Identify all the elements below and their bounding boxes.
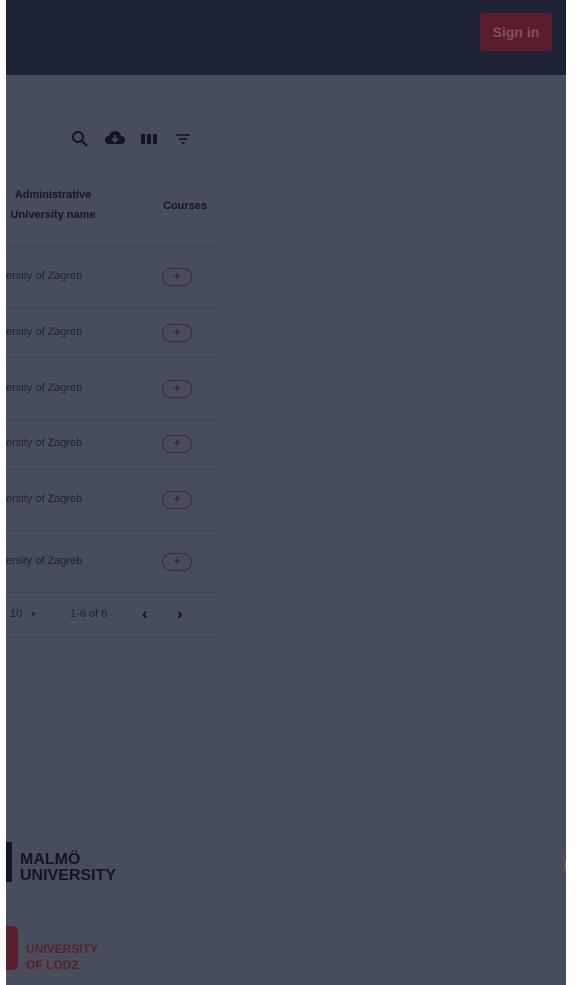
- prev-page-button[interactable]: ‹: [142, 604, 148, 624]
- logo-text: UNIVERSITY: [26, 942, 99, 956]
- add-course-button[interactable]: +: [162, 380, 192, 398]
- divider: [6, 357, 220, 358]
- add-course-button[interactable]: +: [162, 268, 192, 286]
- university-cell: ersity of Zagreb: [6, 326, 83, 338]
- rows-per-page-select[interactable]: 10 ▼: [10, 608, 37, 620]
- university-cell: ersity of Zagreb: [6, 555, 83, 567]
- search-icon[interactable]: [69, 128, 91, 150]
- divider: [6, 419, 220, 420]
- next-page-button[interactable]: ›: [177, 604, 183, 624]
- divider: [6, 637, 220, 638]
- divider: [6, 469, 220, 470]
- chevron-down-icon: ▼: [29, 610, 38, 619]
- logo-text: OF LODZ: [26, 958, 79, 972]
- sign-in-button[interactable]: Sign in: [480, 13, 552, 51]
- logo-text: MALMÖ: [20, 851, 81, 868]
- divider: [6, 308, 220, 309]
- header-line: Administrative: [14, 189, 92, 201]
- add-course-button[interactable]: +: [162, 324, 192, 342]
- right-edge: [566, 0, 577, 985]
- add-course-button[interactable]: +: [162, 553, 192, 571]
- pagination-range: 1-6 of 6: [70, 608, 108, 620]
- columns-icon[interactable]: [138, 128, 160, 150]
- column-header-courses[interactable]: Courses: [158, 196, 212, 216]
- filter-icon[interactable]: [172, 128, 194, 150]
- column-header-university[interactable]: Administrative University name: [6, 185, 100, 225]
- cloud-download-icon[interactable]: [104, 128, 126, 150]
- left-edge: [0, 0, 6, 985]
- logo-mark: [6, 926, 18, 970]
- rows-per-page-value: 10: [10, 608, 23, 620]
- logo-mark: [6, 842, 12, 882]
- university-cell: ersity of Zagreb: [6, 493, 83, 505]
- university-cell: ersity of Zagreb: [6, 270, 83, 282]
- divider: [6, 530, 220, 531]
- add-course-button[interactable]: +: [162, 435, 192, 453]
- logo-text: UNIVERSITY: [20, 867, 117, 884]
- divider: [6, 246, 220, 247]
- divider: [6, 592, 220, 593]
- add-course-button[interactable]: +: [162, 491, 192, 509]
- page: Sign in Administrative University name C…: [0, 0, 577, 985]
- header-line: University name: [10, 209, 96, 221]
- university-cell: ersity of Zagreb: [6, 382, 83, 394]
- top-header: Sign in: [0, 0, 566, 75]
- university-cell: ersity of Zagreb: [6, 437, 83, 449]
